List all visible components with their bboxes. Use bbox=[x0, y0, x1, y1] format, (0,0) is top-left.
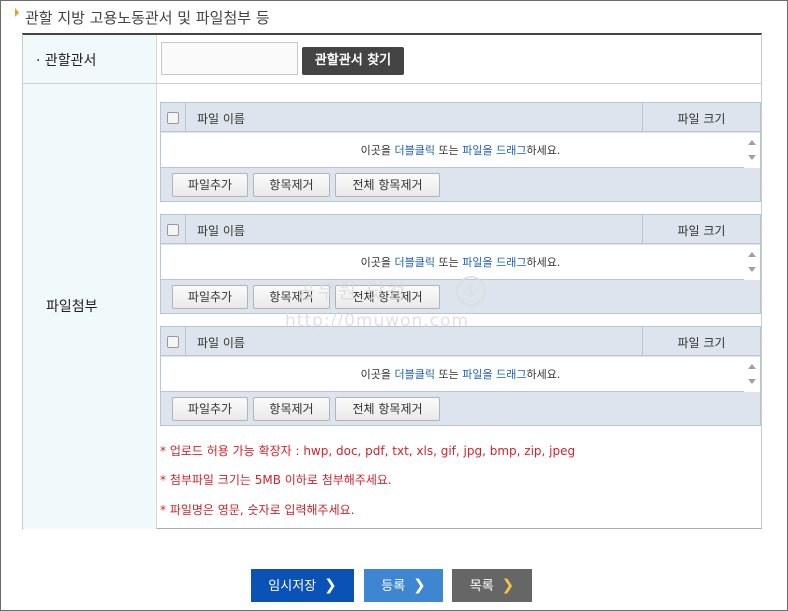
column-file-size: 파일 크기 bbox=[677, 112, 726, 126]
scroll-down-icon[interactable] bbox=[748, 155, 756, 160]
note-extensions: * 업로드 허용 가능 확장자 : hwp, doc, pdf, txt, xl… bbox=[160, 444, 576, 458]
select-all-checkbox[interactable] bbox=[167, 224, 179, 236]
scroll-down-icon[interactable] bbox=[748, 267, 756, 272]
uploader-header: 파일 이름 파일 크기 bbox=[161, 327, 760, 356]
column-file-size: 파일 크기 bbox=[677, 224, 726, 238]
column-file-name: 파일 이름 bbox=[197, 112, 245, 126]
file-uploader-2: 파일 이름 파일 크기 이곳을 더블클릭 또는 파일을 드래그하세요. 파일추가… bbox=[160, 214, 761, 314]
note-filename: * 파일명은 영문, 숫자로 입력해주세요. bbox=[160, 503, 355, 517]
uploader-header: 파일 이름 파일 크기 bbox=[161, 215, 760, 244]
chevron-right-icon: ❯ bbox=[324, 576, 337, 594]
remove-item-button[interactable]: 항목제거 bbox=[253, 173, 330, 197]
scroll-up-icon[interactable] bbox=[748, 140, 756, 145]
list-button[interactable]: 목록 ❯ bbox=[452, 569, 532, 602]
scroll-up-icon[interactable] bbox=[748, 364, 756, 369]
column-file-name: 파일 이름 bbox=[197, 224, 245, 238]
form-table: · 관할관서 관할관서 찾기 파일첨부 파일 이름 파일 크기 이곳을 더블클릭… bbox=[22, 33, 762, 529]
chevron-right-icon: ❯ bbox=[501, 576, 515, 594]
remove-all-button[interactable]: 전체 항목제거 bbox=[335, 397, 440, 421]
add-file-button[interactable]: 파일추가 bbox=[172, 285, 248, 309]
register-button[interactable]: 등록 ❯ bbox=[364, 569, 443, 602]
drop-zone[interactable]: 이곳을 더블클릭 또는 파일을 드래그하세요. bbox=[161, 133, 760, 168]
scroll-down-icon[interactable] bbox=[748, 379, 756, 384]
column-file-name: 파일 이름 bbox=[197, 336, 245, 350]
file-uploader-1: 파일 이름 파일 크기 이곳을 더블클릭 또는 파일을 드래그하세요. 파일추가… bbox=[160, 102, 761, 202]
office-label: · 관할관서 bbox=[36, 53, 97, 69]
scrollbar[interactable] bbox=[744, 245, 760, 280]
remove-item-button[interactable]: 항목제거 bbox=[253, 397, 330, 421]
section-title: 관할 지방 고용노동관서 및 파일첨부 등 bbox=[15, 7, 270, 28]
office-label-cell: · 관할관서 bbox=[23, 35, 157, 83]
column-file-size: 파일 크기 bbox=[677, 336, 726, 350]
scrollbar[interactable] bbox=[744, 357, 760, 392]
temp-save-button[interactable]: 임시저장 ❯ bbox=[251, 569, 354, 602]
drop-zone[interactable]: 이곳을 더블클릭 또는 파일을 드래그하세요. bbox=[161, 245, 760, 280]
select-all-checkbox[interactable] bbox=[167, 112, 179, 124]
scrollbar[interactable] bbox=[744, 133, 760, 168]
uploader-header: 파일 이름 파일 크기 bbox=[161, 103, 760, 132]
office-input[interactable] bbox=[161, 42, 298, 75]
add-file-button[interactable]: 파일추가 bbox=[172, 397, 248, 421]
remove-all-button[interactable]: 전체 항목제거 bbox=[335, 173, 440, 197]
scroll-up-icon[interactable] bbox=[748, 252, 756, 257]
office-row: · 관할관서 관할관서 찾기 bbox=[23, 35, 761, 84]
add-file-button[interactable]: 파일추가 bbox=[172, 173, 248, 197]
remove-all-button[interactable]: 전체 항목제거 bbox=[335, 285, 440, 309]
file-label-cell: 파일첨부 bbox=[23, 84, 157, 529]
find-office-button[interactable]: 관할관서 찾기 bbox=[302, 47, 404, 75]
chevron-right-icon: ❯ bbox=[413, 576, 426, 594]
select-all-checkbox[interactable] bbox=[167, 336, 179, 348]
file-label: 파일첨부 bbox=[46, 299, 98, 315]
drop-zone[interactable]: 이곳을 더블클릭 또는 파일을 드래그하세요. bbox=[161, 357, 760, 392]
file-uploader-3: 파일 이름 파일 크기 이곳을 더블클릭 또는 파일을 드래그하세요. 파일추가… bbox=[160, 326, 761, 426]
remove-item-button[interactable]: 항목제거 bbox=[253, 285, 330, 309]
note-size: * 첨부파일 크기는 5MB 이하로 첨부해주세요. bbox=[160, 473, 392, 487]
